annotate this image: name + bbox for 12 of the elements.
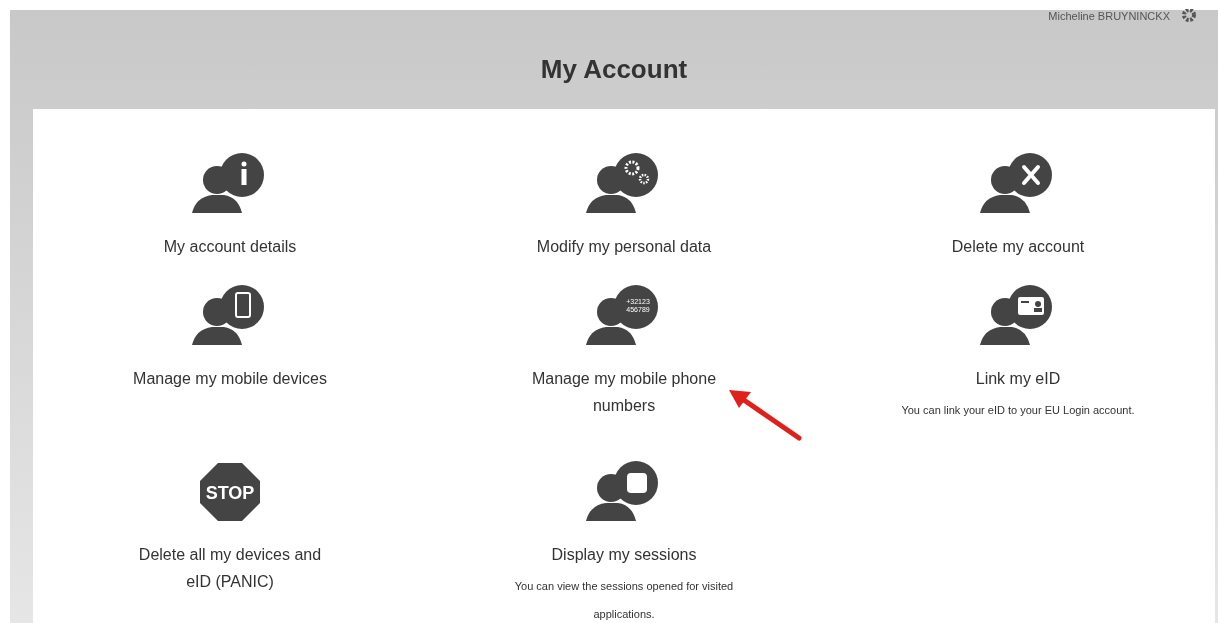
- description-text: You can link your eID to your EU Login account.: [900, 403, 1136, 418]
- user-name: Micheline BRUYNINCKX: [1048, 8, 1170, 24]
- menu-link[interactable]: Link my eID: [918, 365, 1118, 392]
- menu-link[interactable]: Display my sessions: [524, 541, 724, 568]
- menu-link[interactable]: Delete my account: [918, 233, 1118, 260]
- menu-link[interactable]: Modify my personal data: [524, 233, 724, 260]
- page-title: My Account: [539, 53, 689, 86]
- menu-link[interactable]: Delete all my devices and eID (PANIC): [130, 541, 330, 595]
- menu-link[interactable]: Manage my mobile phone numbers: [524, 365, 724, 419]
- menu-link[interactable]: Manage my mobile devices: [130, 365, 330, 392]
- menu-link[interactable]: My account details: [130, 233, 330, 260]
- description-text: You can view the sessions opened for visited applications.: [513, 579, 735, 622]
